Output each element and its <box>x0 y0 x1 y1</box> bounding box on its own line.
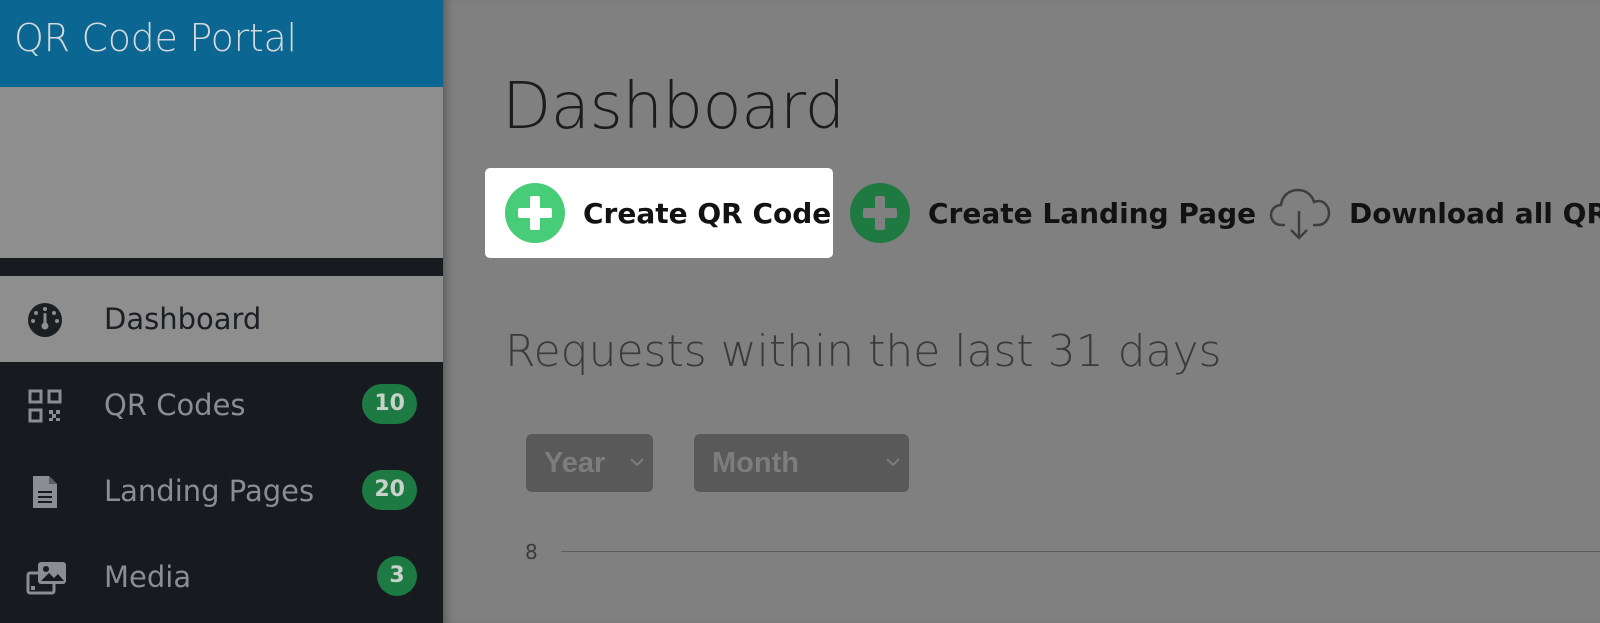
year-select[interactable]: Year <box>526 434 653 492</box>
create-landing-page-button[interactable]: Create Landing Page <box>850 168 1256 258</box>
app-title: QR Code Portal <box>14 16 297 60</box>
create-qr-code-button[interactable]: Create QR Code <box>485 168 833 258</box>
count-badge: 20 <box>362 470 417 510</box>
create-qr-code-label: Create QR Code <box>583 196 832 230</box>
count-badge: 3 <box>377 556 417 596</box>
section-title: Requests within the last 31 days <box>505 326 1222 377</box>
page-title: Dashboard <box>502 70 845 144</box>
sidebar-nav: Dashboard QR Codes 10 Landing Pages 20 M… <box>0 276 443 620</box>
sidebar-item-label: Media <box>104 560 192 594</box>
main-content: Dashboard Create QR Code Create Landing … <box>443 0 1600 623</box>
cloud-download-icon <box>1269 188 1331 240</box>
year-select-value: Year <box>544 447 606 479</box>
profile-area <box>0 87 443 258</box>
chevron-down-icon <box>886 458 900 467</box>
sidebar-item-label: QR Codes <box>104 388 246 422</box>
create-landing-page-label: Create Landing Page <box>928 196 1257 230</box>
chart-gridline <box>561 551 1600 552</box>
images-icon <box>26 562 66 595</box>
count-badge: 10 <box>362 384 417 424</box>
file-icon <box>33 476 57 508</box>
chevron-down-icon <box>630 458 644 467</box>
sidebar-item-media[interactable]: Media 3 <box>0 534 443 620</box>
sidebar-item-dashboard[interactable]: Dashboard <box>0 276 443 362</box>
brand-header[interactable]: QR Code Portal <box>0 0 443 87</box>
dashboard-gauge-icon <box>28 303 62 337</box>
sidebar-item-qr-codes[interactable]: QR Codes 10 <box>0 362 443 448</box>
month-select-value: Month <box>712 447 799 479</box>
sidebar-item-landing-pages[interactable]: Landing Pages 20 <box>0 448 443 534</box>
download-all-qr-button[interactable]: Download all QR <box>1269 168 1600 258</box>
download-all-qr-label: Download all QR <box>1349 196 1600 230</box>
sidebar-item-label: Dashboard <box>104 302 262 336</box>
plus-circle-icon <box>505 183 565 243</box>
sidebar: QR Code Portal Dashboard QR Codes 10 Lan… <box>0 0 443 623</box>
month-select[interactable]: Month <box>694 434 909 492</box>
sidebar-item-label: Landing Pages <box>104 474 315 508</box>
qrcode-icon <box>28 389 62 423</box>
plus-circle-icon <box>850 183 910 243</box>
chart-y-tick-label: 8 <box>525 540 538 564</box>
